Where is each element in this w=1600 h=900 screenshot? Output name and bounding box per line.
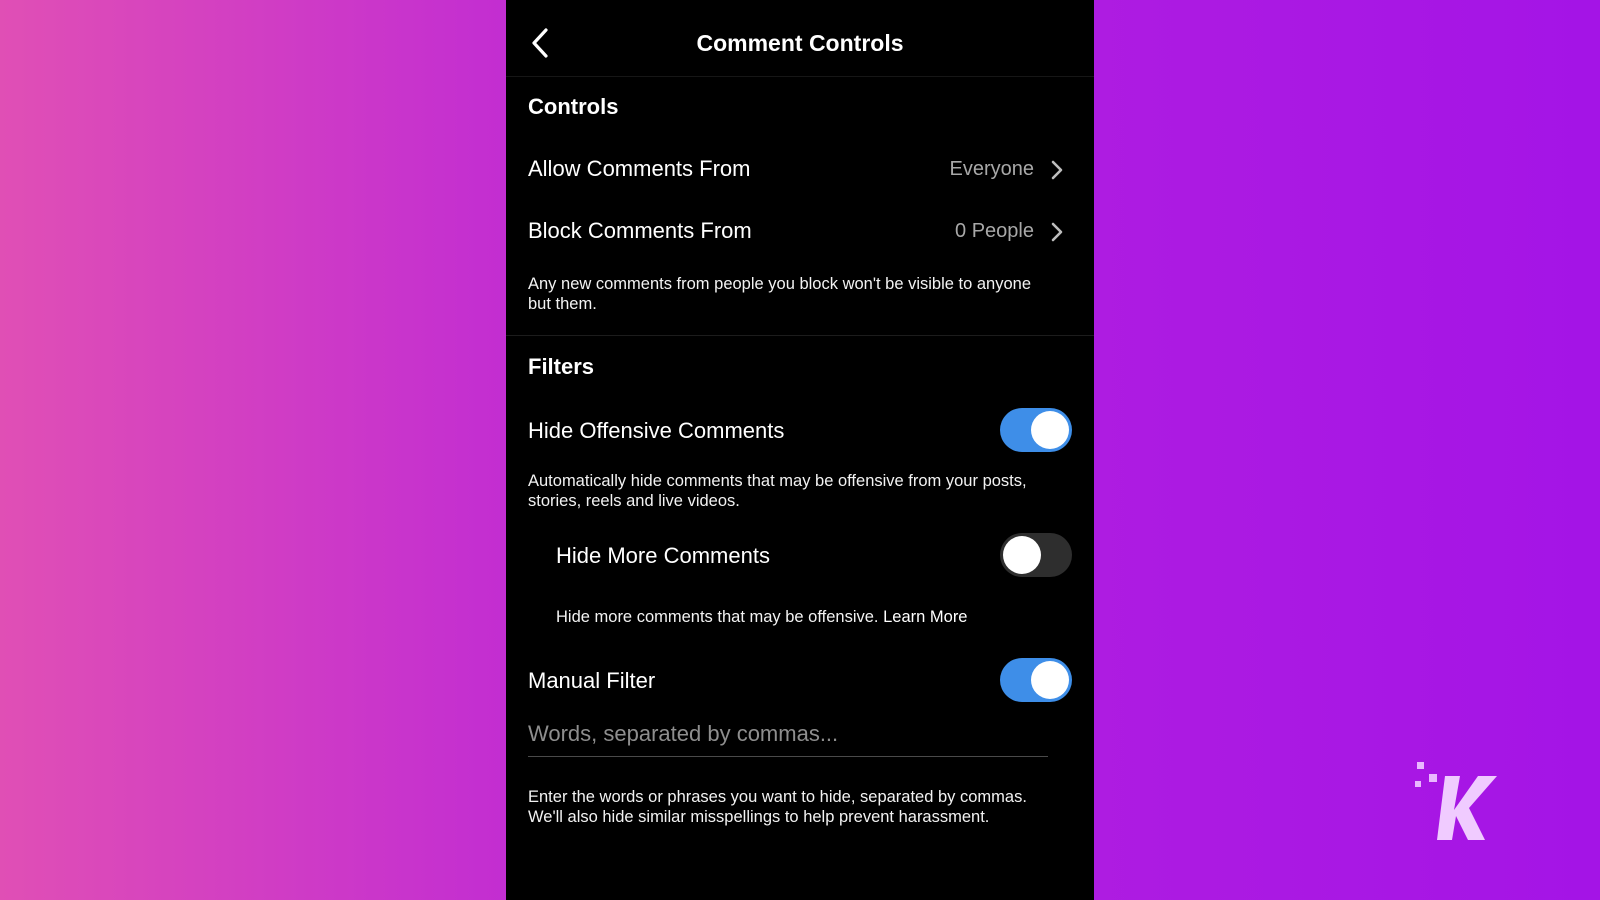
block-comments-label: Block Comments From (528, 218, 752, 243)
section-title-filters: Filters (528, 354, 595, 379)
hide-more-note: Hide more comments that may be offensive… (556, 608, 879, 626)
learn-more-link[interactable]: Learn More (883, 608, 967, 626)
block-comments-value: 0 People (955, 220, 1034, 242)
knowtechie-k-logo-icon (1415, 762, 1497, 840)
block-comments-note: Any new comments from people you block w… (528, 275, 1032, 313)
allow-comments-value: Everyone (949, 158, 1035, 180)
toggle-knob (1031, 661, 1069, 699)
section-divider (506, 335, 1094, 336)
manual-filter-note: Enter the words or phrases you want to h… (528, 788, 1027, 826)
hide-offensive-label: Hide Offensive Comments (528, 418, 785, 443)
manual-filter-input[interactable] (528, 712, 1048, 757)
hide-offensive-toggle[interactable] (1000, 408, 1072, 452)
phone-screen: Comment Controls Controls Allow Comments… (506, 0, 1094, 900)
section-title-controls: Controls (528, 94, 619, 119)
manual-filter-toggle[interactable] (1000, 658, 1072, 702)
toggle-knob (1031, 411, 1069, 449)
hide-offensive-note: Automatically hide comments that may be … (528, 472, 1027, 510)
hide-more-note-line: Hide more comments that may be offensive… (556, 607, 1056, 627)
nav-header: Comment Controls (506, 0, 1094, 77)
toggle-knob (1003, 536, 1041, 574)
allow-comments-label: Allow Comments From (528, 156, 751, 181)
manual-filter-label: Manual Filter (528, 668, 656, 693)
page-title: Comment Controls (696, 30, 904, 56)
chevron-right-icon (1051, 222, 1063, 242)
hide-more-toggle[interactable] (1000, 533, 1072, 577)
hide-more-label: Hide More Comments (556, 543, 770, 568)
chevron-right-icon (1051, 160, 1063, 180)
